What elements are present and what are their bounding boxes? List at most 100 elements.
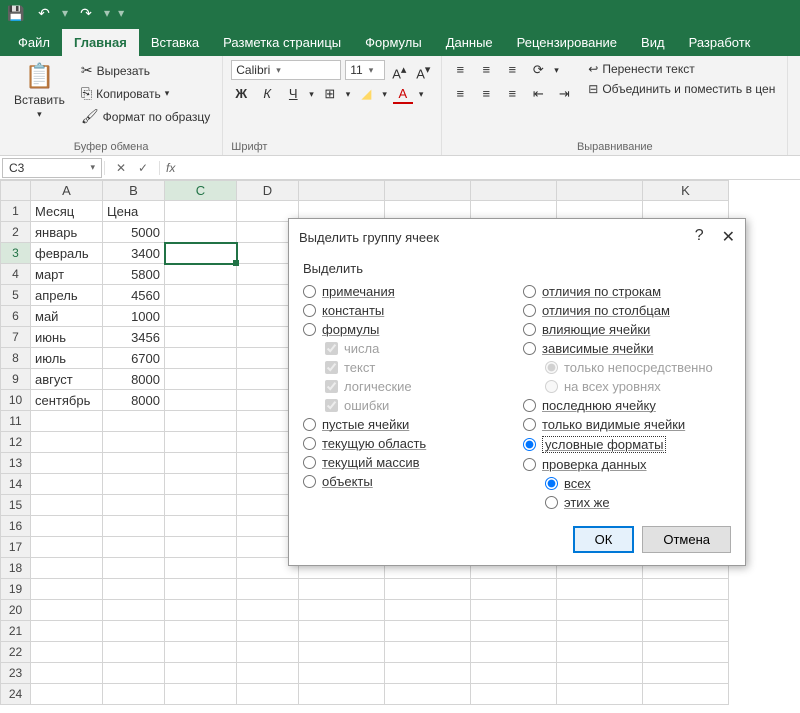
cell[interactable] xyxy=(103,411,165,432)
cell[interactable] xyxy=(643,621,729,642)
cell[interactable] xyxy=(385,684,471,705)
row-header[interactable]: 13 xyxy=(1,453,31,474)
cell[interactable] xyxy=(237,684,299,705)
align-center-icon[interactable]: ≡ xyxy=(476,84,496,104)
cell[interactable]: 8000 xyxy=(103,369,165,390)
chevron-down-icon[interactable]: ▾ xyxy=(419,89,424,100)
row-header[interactable]: 16 xyxy=(1,516,31,537)
cell[interactable] xyxy=(103,474,165,495)
cell[interactable] xyxy=(471,663,557,684)
tab-review[interactable]: Рецензирование xyxy=(505,29,629,56)
save-icon[interactable]: 💾 xyxy=(6,5,26,22)
cell[interactable] xyxy=(165,222,237,243)
cell[interactable] xyxy=(299,642,385,663)
cell[interactable] xyxy=(385,579,471,600)
tab-formulas[interactable]: Формулы xyxy=(353,29,434,56)
cell[interactable] xyxy=(557,684,643,705)
cell[interactable] xyxy=(31,516,103,537)
align-middle-icon[interactable]: ≡ xyxy=(476,60,496,80)
cell[interactable]: Месяц xyxy=(31,201,103,222)
radio-current-region[interactable] xyxy=(303,437,316,450)
cell[interactable] xyxy=(165,201,237,222)
row-header[interactable]: 9 xyxy=(1,369,31,390)
chevron-down-icon[interactable]: ▾ xyxy=(309,89,314,100)
cell[interactable] xyxy=(103,453,165,474)
column-header[interactable]: K xyxy=(643,181,729,201)
row-header[interactable]: 8 xyxy=(1,348,31,369)
cell[interactable] xyxy=(385,663,471,684)
ok-button[interactable]: ОК xyxy=(573,526,635,553)
cell[interactable] xyxy=(31,642,103,663)
align-right-icon[interactable]: ≡ xyxy=(502,84,522,104)
decrease-indent-icon[interactable]: ⇤ xyxy=(528,84,548,104)
cell[interactable] xyxy=(557,663,643,684)
cell[interactable] xyxy=(165,243,237,264)
cell[interactable] xyxy=(31,663,103,684)
radio-constants[interactable] xyxy=(303,304,316,317)
cell[interactable] xyxy=(31,558,103,579)
column-header[interactable]: B xyxy=(103,181,165,201)
tab-home[interactable]: Главная xyxy=(62,29,139,56)
increase-indent-icon[interactable]: ⇥ xyxy=(554,84,574,104)
cell[interactable] xyxy=(643,600,729,621)
radio-comments[interactable] xyxy=(303,285,316,298)
cut-button[interactable]: ✂ Вырезать xyxy=(77,60,214,81)
cell[interactable] xyxy=(299,621,385,642)
cell[interactable]: май xyxy=(31,306,103,327)
cell[interactable] xyxy=(299,663,385,684)
row-header[interactable]: 22 xyxy=(1,642,31,663)
row-header[interactable]: 2 xyxy=(1,222,31,243)
increase-font-icon[interactable]: A▴ xyxy=(389,60,409,80)
cell[interactable] xyxy=(237,621,299,642)
radio-visible-only[interactable] xyxy=(523,418,536,431)
copy-button[interactable]: ⎘ Копировать ▾ xyxy=(77,83,214,104)
cell[interactable]: июнь xyxy=(31,327,103,348)
cell[interactable]: август xyxy=(31,369,103,390)
radio-cond-formats[interactable] xyxy=(523,438,536,451)
tab-layout[interactable]: Разметка страницы xyxy=(211,29,353,56)
cell[interactable]: 5000 xyxy=(103,222,165,243)
row-header[interactable]: 6 xyxy=(1,306,31,327)
cell[interactable] xyxy=(103,600,165,621)
cell[interactable] xyxy=(165,432,237,453)
column-header[interactable]: C xyxy=(165,181,237,201)
underline-button[interactable]: Ч xyxy=(283,84,303,104)
cell[interactable] xyxy=(557,621,643,642)
row-header[interactable]: 24 xyxy=(1,684,31,705)
cell[interactable]: январь xyxy=(31,222,103,243)
row-header[interactable]: 7 xyxy=(1,327,31,348)
cell[interactable] xyxy=(165,537,237,558)
cell[interactable]: Цена xyxy=(103,201,165,222)
tab-insert[interactable]: Вставка xyxy=(139,29,211,56)
qat-dropdown-icon[interactable]: ▾ xyxy=(104,6,110,20)
radio-objects[interactable] xyxy=(303,475,316,488)
undo-icon[interactable]: ↶ xyxy=(34,5,54,22)
cell[interactable] xyxy=(31,621,103,642)
bold-button[interactable]: Ж xyxy=(231,84,251,104)
qat-customize-icon[interactable]: ▾ xyxy=(118,6,124,20)
cell[interactable] xyxy=(103,558,165,579)
cell[interactable] xyxy=(237,663,299,684)
format-painter-button[interactable]: 🖌 Формат по образцу xyxy=(77,106,214,127)
cell[interactable] xyxy=(165,369,237,390)
cell[interactable] xyxy=(31,579,103,600)
cell[interactable] xyxy=(299,579,385,600)
cell[interactable] xyxy=(31,537,103,558)
italic-button[interactable]: К xyxy=(257,84,277,104)
row-header[interactable]: 3 xyxy=(1,243,31,264)
cell[interactable] xyxy=(31,453,103,474)
cell[interactable] xyxy=(557,600,643,621)
cell[interactable] xyxy=(471,600,557,621)
select-all-corner[interactable] xyxy=(1,181,31,201)
cell[interactable] xyxy=(299,600,385,621)
cell[interactable] xyxy=(165,558,237,579)
cell[interactable] xyxy=(471,621,557,642)
name-box[interactable]: C3 ▾ xyxy=(2,158,102,178)
cell[interactable] xyxy=(165,390,237,411)
cell[interactable] xyxy=(31,474,103,495)
cell[interactable] xyxy=(557,642,643,663)
font-size-combo[interactable]: 11 ▾ xyxy=(345,60,385,80)
cell[interactable]: 4560 xyxy=(103,285,165,306)
cell[interactable]: март xyxy=(31,264,103,285)
row-header[interactable]: 12 xyxy=(1,432,31,453)
